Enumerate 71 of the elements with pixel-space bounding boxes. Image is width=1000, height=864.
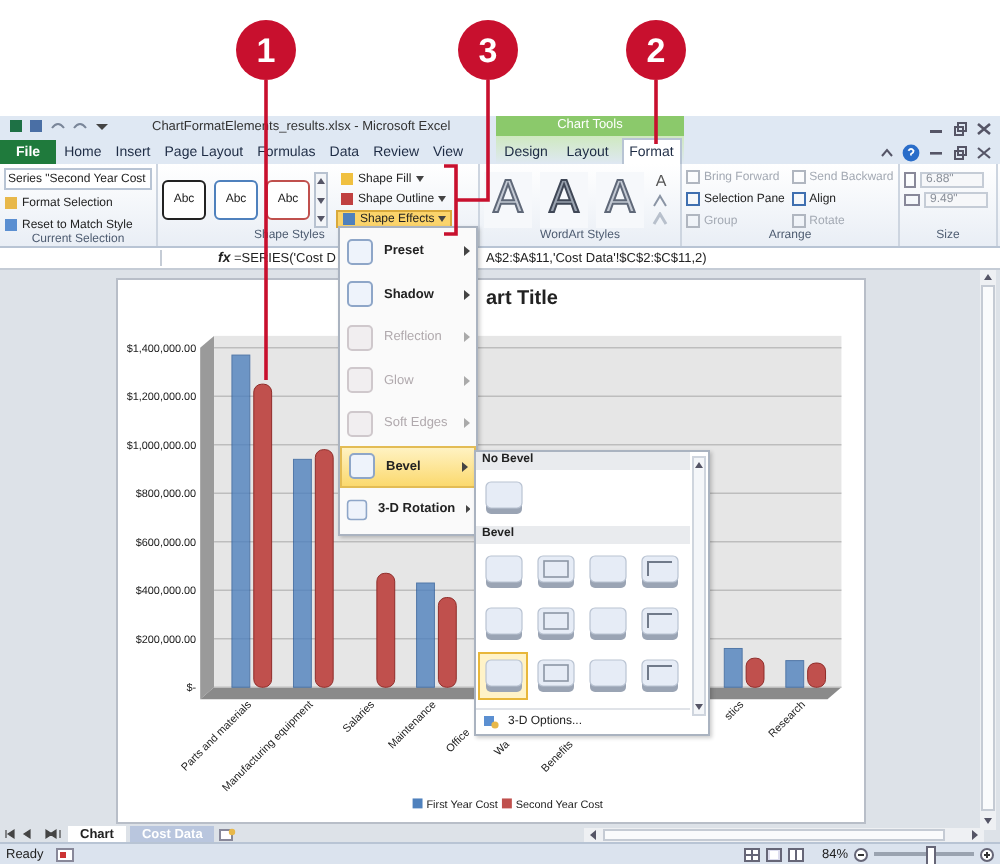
dropdown-caret-icon — [438, 196, 447, 202]
bevel-preview-icon — [587, 554, 627, 590]
3d-options-icon — [482, 714, 500, 730]
format-brush-icon — [4, 196, 18, 210]
submenu-arrow-icon — [465, 504, 470, 515]
legend-swatch — [412, 798, 423, 809]
bevel-preview-icon — [587, 658, 627, 694]
submenu-arrow-icon — [464, 246, 470, 257]
text-fill-button[interactable]: A — [655, 172, 667, 190]
gallery-scrollbar[interactable] — [692, 456, 706, 716]
reset-style-icon — [4, 218, 18, 232]
gallery-scroll-drawing[interactable] — [314, 171, 328, 227]
zoom-slider-thumb[interactable] — [925, 846, 935, 864]
callout-marker: 3 — [458, 20, 518, 80]
close-icon[interactable] — [976, 121, 992, 135]
chart-title: art Title — [486, 288, 558, 311]
effect-preview-icon — [346, 237, 374, 266]
zoom-out-icon[interactable] — [854, 847, 868, 861]
callout-marker: 1 — [236, 20, 296, 80]
close-icon[interactable] — [976, 145, 992, 159]
effect-preview-icon — [346, 366, 374, 395]
bevel-preview-icon — [535, 554, 575, 590]
bevel-preview-icon — [535, 606, 575, 642]
leader-line — [654, 80, 658, 144]
bevel-preview-icon — [639, 606, 679, 642]
sheet-navigation-drawing[interactable] — [4, 828, 64, 840]
macro-record-icon[interactable] — [55, 847, 74, 861]
box-bar — [723, 647, 743, 688]
text-outline-icon[interactable] — [652, 194, 670, 208]
submenu-arrow-icon — [464, 289, 470, 300]
bevel-preview-icon — [483, 554, 523, 590]
bevel-preview-icon — [535, 658, 575, 694]
bevel-preview-icon — [639, 554, 679, 590]
vertical-scrollbar[interactable] — [980, 270, 996, 830]
normal-view-icon[interactable] — [743, 847, 760, 861]
box-bar — [785, 659, 805, 688]
dropdown-caret-icon — [438, 216, 447, 222]
submenu-arrow-icon — [464, 332, 470, 343]
horizontal-scrollbar[interactable] — [584, 827, 984, 841]
bevel-option[interactable] — [478, 652, 528, 700]
width-icon — [904, 194, 920, 206]
cylinder-bar — [437, 596, 457, 688]
submenu-arrow-icon — [464, 418, 470, 429]
collapse-ribbon-icon[interactable] — [880, 146, 894, 158]
bevel-preview-icon — [483, 480, 523, 516]
cylinder-bar — [376, 572, 396, 688]
box-bar — [416, 582, 435, 688]
effect-preview-icon — [346, 323, 374, 352]
height-icon — [904, 172, 916, 188]
zoom-in-icon[interactable] — [980, 847, 994, 861]
bevel-preview-icon — [587, 606, 627, 642]
effect-preview-icon — [346, 409, 374, 438]
page-break-view-icon[interactable] — [787, 847, 804, 861]
submenu-arrow-icon — [464, 375, 470, 386]
bevel-preview-icon — [483, 606, 523, 642]
quick-access-toolbar-drawing[interactable] — [8, 118, 108, 134]
pen-icon — [340, 192, 354, 206]
page-layout-view-icon[interactable] — [765, 847, 782, 861]
submenu-arrow-icon — [462, 461, 468, 472]
effect-preview-icon — [346, 280, 374, 309]
legend-swatch — [501, 798, 512, 809]
dropdown-caret-icon — [415, 176, 424, 182]
shape-icon — [342, 212, 356, 226]
effect-preview-icon — [346, 495, 368, 524]
paint-bucket-icon — [340, 172, 354, 186]
effect-preview-icon — [348, 452, 376, 481]
callout-marker: 2 — [626, 20, 686, 80]
bevel-preview-icon — [483, 658, 523, 694]
bevel-preview-icon — [639, 658, 679, 694]
help-icon[interactable] — [902, 143, 920, 161]
insert-sheet-icon[interactable] — [218, 827, 237, 841]
